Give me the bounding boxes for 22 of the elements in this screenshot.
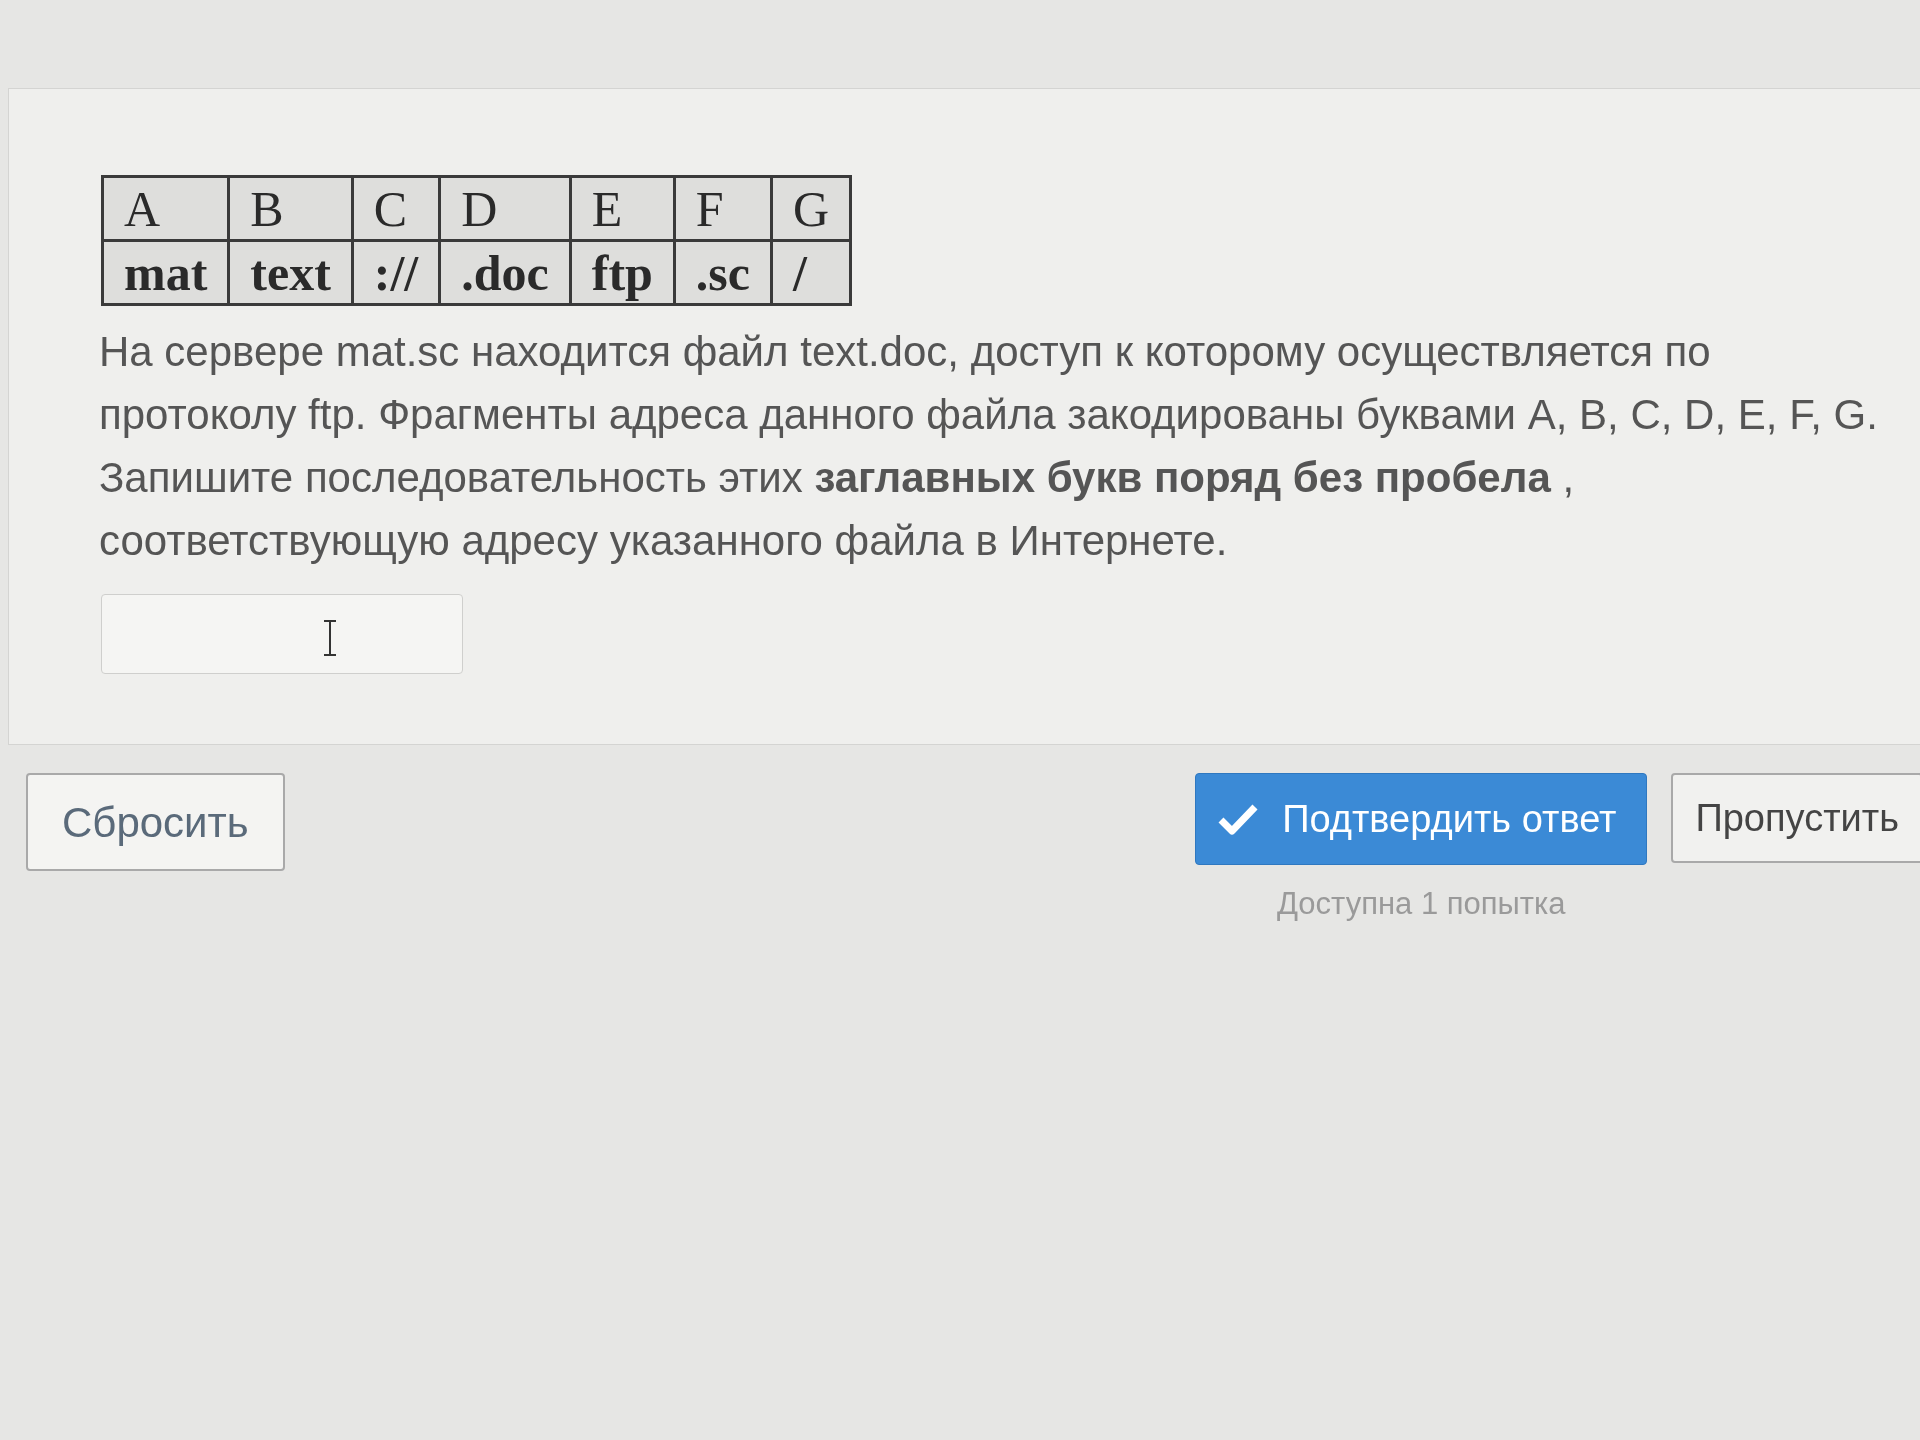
table-cell: ftp [570,240,675,305]
reset-button[interactable]: Сбросить [26,773,285,871]
submit-button[interactable]: Подтвердить ответ [1195,773,1648,865]
table-cell: D [439,176,571,241]
skip-button[interactable]: Пропустить [1671,773,1920,863]
table-cell: .doc [439,240,571,305]
attempts-note: Доступна 1 попытка [1277,885,1566,923]
table-cell: G [771,176,851,241]
checkmark-icon [1218,803,1259,835]
answer-field[interactable] [101,594,463,674]
table-cell: :// [352,240,440,305]
table-cell: mat [102,240,229,305]
table-cell: E [570,176,675,241]
table-cell: A [102,176,229,241]
table-cell: B [228,176,353,241]
table-cell: / [771,240,851,305]
table-cell: F [674,176,772,241]
table-cell: .sc [674,240,772,305]
question-text: На сервере mat.sc находится файл text.doc, доступ к которому осуществляется по протоколу ftp. Фрагменты адреса данного файла закодированы буквами A, B, C, D, E, F, G. Запишите последовательность этих заглавных букв поряд без пробела , соответствующую адресу указанного файла в Интернете. [99,327,1879,566]
text-cursor-icon [323,620,337,656]
table-cell: C [352,176,440,241]
table-cell: text [228,240,353,305]
